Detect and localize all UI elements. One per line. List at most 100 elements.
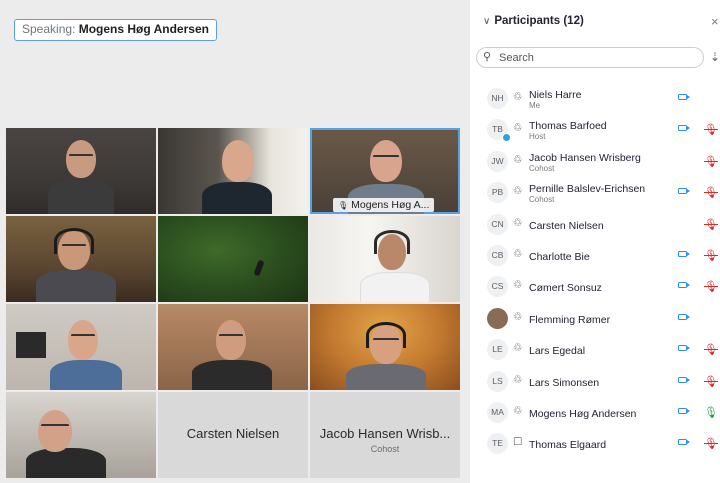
video-tile[interactable]	[158, 128, 308, 214]
video-tile[interactable]	[158, 216, 308, 302]
search-field[interactable]: ⚲	[476, 47, 704, 68]
video-camera-icon[interactable]	[678, 188, 690, 195]
mic-muted-icon[interactable]: 🎙	[704, 123, 718, 136]
phone-audio-icon: ♲	[513, 91, 523, 103]
participant-name: Charlotte Bie	[529, 250, 590, 263]
avatar: PB	[487, 182, 508, 204]
participant-name: Mogens Høg Andersen	[529, 407, 637, 420]
phone-audio-icon: ♲	[513, 153, 523, 166]
phone-audio-icon: ♲	[513, 216, 523, 229]
phone-audio-icon: ♲	[513, 279, 523, 292]
participant-role: Me	[529, 101, 541, 110]
participant-name: Niels Harre	[529, 89, 582, 101]
participant-row[interactable]: LS ♲ Lars Simonsen 🎙	[470, 365, 720, 396]
video-tile-jacob-hansen[interactable]: Jacob Hansen Wrisb... Cohost	[310, 392, 460, 478]
avatar	[487, 307, 508, 329]
phone-audio-icon: ♲	[513, 247, 523, 260]
participant-role: Host	[529, 132, 546, 142]
mic-muted-icon[interactable]: 🎙	[704, 280, 718, 293]
phone-audio-icon: ♲	[513, 310, 523, 323]
video-tile[interactable]	[310, 304, 460, 390]
avatar: MA	[487, 401, 508, 423]
video-tile-carsten-nielsen[interactable]: Carsten Nielsen	[158, 392, 308, 478]
mic-muted-icon[interactable]: 🎙	[704, 437, 718, 450]
mic-muted-icon[interactable]: 🎙	[704, 343, 718, 356]
video-camera-icon[interactable]	[678, 439, 690, 446]
participant-name: Thomas Elgaard	[529, 439, 607, 452]
video-tile[interactable]	[6, 216, 156, 302]
avatar: JW	[487, 150, 508, 172]
participant-name: Pernille Balslev-Erichsen	[529, 183, 646, 196]
participant-role: Cohost	[370, 444, 400, 454]
computer-icon: ☐	[513, 436, 523, 449]
video-tile[interactable]	[310, 216, 460, 302]
sort-icon[interactable]: ⇣≡	[710, 50, 720, 64]
avatar: TE	[487, 433, 508, 455]
panel-title[interactable]: ∨ Participants (12)	[483, 15, 584, 27]
speaking-indicator: Speaking: Mogens Høg Andersen	[14, 19, 217, 41]
video-camera-icon[interactable]	[678, 313, 690, 320]
avatar: NH	[487, 88, 508, 109]
participant-row[interactable]: LE ♲ Lars Egedal 🎙	[470, 333, 720, 364]
mic-muted-icon[interactable]: 🎙	[704, 155, 718, 168]
phone-audio-icon: ♲	[513, 122, 523, 135]
video-tile-active-speaker[interactable]: 🎙 Mogens Høg A...	[310, 128, 460, 214]
mic-icon: 🎙	[338, 201, 349, 210]
participant-row[interactable]: TE ☐ Thomas Elgaard 🎙	[470, 427, 720, 458]
participant-role: Cohost	[529, 195, 555, 205]
participant-name: Lars Egedal	[529, 345, 586, 358]
participant-name: Carsten Nielsen	[529, 219, 604, 232]
search-input[interactable]	[499, 50, 695, 65]
mic-on-icon[interactable]: 🎙	[704, 406, 718, 419]
phone-audio-icon: ♲	[513, 342, 523, 355]
participant-row[interactable]: MA ♲ Mogens Høg Andersen 🎙	[470, 396, 720, 427]
participant-row[interactable]: CB ♲ Charlotte Bie 🎙	[470, 239, 720, 270]
participant-row[interactable]: JW ♲ Jacob Hansen Wrisberg Cohost 🎙	[470, 145, 720, 176]
participant-name: Lars Simonsen	[529, 376, 600, 389]
phone-audio-icon: ♲	[513, 404, 523, 417]
participants-panel: ∨Participants (12) × ⚲ ⇣≡ NH ♲ Niels Harre…	[470, 0, 720, 483]
participant-row[interactable]: NH ♲ Niels Harre Me	[470, 82, 720, 113]
video-tile[interactable]	[6, 304, 156, 390]
avatar: LS	[487, 370, 508, 392]
mic-muted-icon[interactable]: 🎙	[704, 249, 718, 262]
phone-audio-icon: ♲	[513, 185, 523, 198]
video-camera-icon[interactable]	[678, 282, 690, 289]
video-tile[interactable]	[6, 128, 156, 214]
video-camera-icon[interactable]	[678, 376, 690, 383]
participant-row[interactable]: TB ♲ Thomas Barfoed Host 🎙	[470, 113, 720, 144]
participant-name-tag: 🎙 Mogens Høg A...	[333, 198, 435, 212]
status-badge	[502, 133, 511, 143]
participant-row[interactable]: PB ♲ Pernille Balslev-Erichsen Cohost 🎙	[470, 176, 720, 207]
video-tile[interactable]	[6, 392, 156, 478]
participant-name: Flemming Rømer	[529, 313, 611, 326]
video-camera-icon[interactable]	[678, 250, 690, 257]
participant-name: Jacob Hansen Wrisberg	[529, 151, 641, 164]
participant-name: Jacob Hansen Wrisb...	[319, 426, 451, 441]
speaking-name: Mogens Høg Andersen	[78, 22, 209, 36]
avatar: CS	[487, 276, 508, 298]
speaking-label: Speaking:	[22, 22, 76, 36]
avatar: TB	[487, 119, 511, 143]
participant-row[interactable]: CN ♲ Carsten Nielsen 🎙	[470, 208, 720, 239]
avatar: CN	[487, 213, 508, 235]
participant-name: Cømert Sonsuz	[529, 282, 602, 295]
chevron-down-icon[interactable]: ∨	[483, 16, 490, 27]
video-gallery: Speaking: Mogens Høg Andersen 🎙 Mogens Hø…	[0, 0, 470, 483]
video-grid: 🎙 Mogens Høg A... Carsten Nielsen Jacob …	[6, 128, 464, 478]
participant-role: Cohost	[529, 163, 555, 173]
video-tile[interactable]	[158, 304, 308, 390]
participant-row[interactable]: ♲ Flemming Rømer	[470, 302, 720, 333]
video-camera-icon[interactable]	[678, 345, 690, 352]
participant-list: NH ♲ Niels Harre Me TB ♲ Thomas Barfoed Host 🎙 JW…	[470, 82, 720, 459]
avatar: LE	[487, 339, 508, 361]
mic-muted-icon[interactable]: 🎙	[704, 375, 718, 388]
mic-muted-icon[interactable]: 🎙	[704, 218, 718, 231]
participant-row[interactable]: CS ♲ Cømert Sonsuz 🎙	[470, 270, 720, 301]
mic-muted-icon[interactable]: 🎙	[704, 186, 718, 199]
close-icon[interactable]: ×	[711, 14, 719, 29]
video-camera-icon[interactable]	[678, 125, 690, 132]
video-camera-icon[interactable]	[678, 407, 690, 414]
search-icon: ⚲	[483, 51, 492, 63]
video-camera-icon[interactable]	[678, 94, 690, 100]
